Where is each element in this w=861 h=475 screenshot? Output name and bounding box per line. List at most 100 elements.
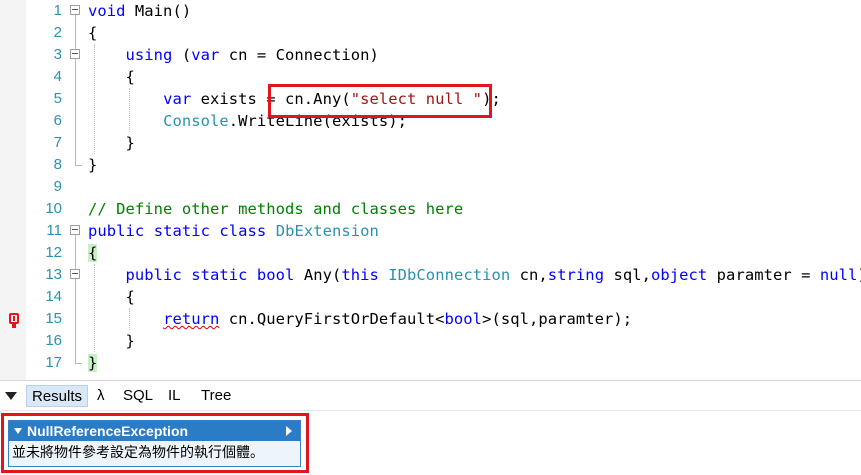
indent-guide: [94, 44, 95, 154]
collapse-box-icon[interactable]: [70, 269, 80, 279]
code-text[interactable]: {: [88, 288, 135, 306]
collapse-box-icon[interactable]: [70, 49, 80, 59]
code-text[interactable]: return cn.QueryFirstOrDefault<bool>(sql,…: [88, 310, 632, 328]
code-token: string: [547, 266, 605, 284]
code-token: bool: [256, 266, 295, 284]
code-token: using: [125, 46, 173, 64]
tab-tree[interactable]: Tree: [196, 385, 236, 407]
highlight-box: [268, 84, 492, 118]
code-token: static: [153, 222, 210, 240]
code-line[interactable]: 7 }: [0, 132, 861, 154]
code-token: sql,: [604, 266, 651, 284]
fold-marker: [68, 286, 88, 308]
code-token: Console: [163, 112, 229, 130]
code-token: }: [88, 332, 135, 350]
line-number: 10: [45, 200, 62, 217]
indent-guide: [129, 88, 130, 132]
line-number: 13: [45, 266, 62, 283]
code-text[interactable]: }: [88, 134, 135, 152]
code-line[interactable]: 2{: [0, 22, 861, 44]
code-token: DbExtension: [275, 222, 379, 240]
code-text[interactable]: // Define other methods and classes here: [88, 200, 463, 218]
code-line[interactable]: 14 {: [0, 286, 861, 308]
code-token: Main(): [125, 2, 192, 20]
fold-marker: [68, 88, 88, 110]
collapse-box-icon[interactable]: [70, 5, 80, 15]
code-token: cn = Connection): [219, 46, 379, 64]
tab-lambda[interactable]: λ: [92, 385, 110, 407]
code-line[interactable]: 3 using (var cn = Connection): [0, 44, 861, 66]
line-number: 3: [53, 46, 62, 63]
results-panel: NullReferenceException 並未將物件參考設定為物件的執行個體…: [0, 410, 861, 475]
collapse-triangle-icon[interactable]: [5, 392, 17, 400]
code-token: public: [125, 266, 182, 284]
line-number: 2: [53, 24, 62, 41]
line-number: 17: [45, 354, 62, 371]
code-token: var: [163, 90, 192, 108]
code-token: Any(: [294, 266, 342, 284]
line-number: 1: [53, 2, 62, 19]
code-text[interactable]: }: [88, 354, 98, 372]
code-line[interactable]: 12 {: [0, 242, 861, 264]
code-text[interactable]: }: [88, 156, 97, 174]
code-line[interactable]: 1 void Main(): [0, 0, 861, 22]
fold-marker[interactable]: [68, 264, 88, 286]
code-text[interactable]: public static class DbExtension: [88, 222, 379, 240]
code-line[interactable]: 11 public static class DbExtension: [0, 220, 861, 242]
results-tab-bar: Results λ SQL IL Tree: [0, 380, 861, 410]
code-text[interactable]: {: [88, 244, 98, 262]
fold-marker: [68, 198, 88, 220]
fold-marker: [68, 176, 88, 198]
fold-marker: [68, 242, 88, 264]
indent-guide: [94, 264, 95, 352]
code-text[interactable]: using (var cn = Connection): [88, 46, 379, 64]
line-number: 16: [45, 332, 62, 349]
exception-box: NullReferenceException 並未將物件參考設定為物件的執行個體…: [8, 420, 301, 467]
fold-marker: [68, 66, 88, 88]
code-token: }: [88, 134, 135, 152]
code-token: object: [651, 266, 708, 284]
expand-arrow-icon[interactable]: [286, 426, 292, 436]
code-token: IDbConnection: [388, 266, 511, 284]
code-line[interactable]: 17}: [0, 352, 861, 374]
fold-marker[interactable]: [68, 0, 88, 22]
tab-sql[interactable]: SQL: [118, 385, 158, 407]
code-token: public: [88, 222, 145, 240]
code-line[interactable]: 8}: [0, 154, 861, 176]
line-number: 14: [45, 288, 62, 305]
code-line[interactable]: 16 }: [0, 330, 861, 352]
exception-message: 並未將物件參考設定為物件的執行個體。: [9, 441, 300, 466]
collapse-arrow-icon[interactable]: [14, 428, 22, 434]
fold-marker[interactable]: [68, 44, 88, 66]
code-line[interactable]: 13 public static bool Any(this IDbConnec…: [0, 264, 861, 286]
tab-results[interactable]: Results: [26, 385, 89, 407]
code-editor[interactable]: 1 void Main() 2{3 using (var cn = Connecti…: [0, 0, 861, 380]
code-token: static: [191, 266, 248, 284]
line-number: 12: [45, 244, 62, 261]
code-text[interactable]: {: [88, 68, 135, 86]
fold-marker[interactable]: [68, 220, 88, 242]
fold-marker: [68, 352, 88, 374]
code-token: {: [88, 288, 135, 306]
collapse-box-icon[interactable]: [70, 225, 80, 235]
tab-il[interactable]: IL: [163, 385, 186, 407]
code-text[interactable]: public static bool Any(this IDbConnectio…: [88, 266, 861, 284]
code-line[interactable]: 10 // Define other methods and classes he…: [0, 198, 861, 220]
code-token: {: [88, 24, 98, 42]
code-token: this: [341, 266, 379, 284]
code-token: void: [88, 2, 126, 20]
code-line[interactable]: 9: [0, 176, 861, 198]
exception-header[interactable]: NullReferenceException: [9, 421, 300, 441]
code-text[interactable]: {: [88, 24, 97, 42]
code-text[interactable]: void Main(): [88, 2, 191, 20]
code-text[interactable]: }: [88, 332, 135, 350]
fold-marker: [68, 110, 88, 132]
